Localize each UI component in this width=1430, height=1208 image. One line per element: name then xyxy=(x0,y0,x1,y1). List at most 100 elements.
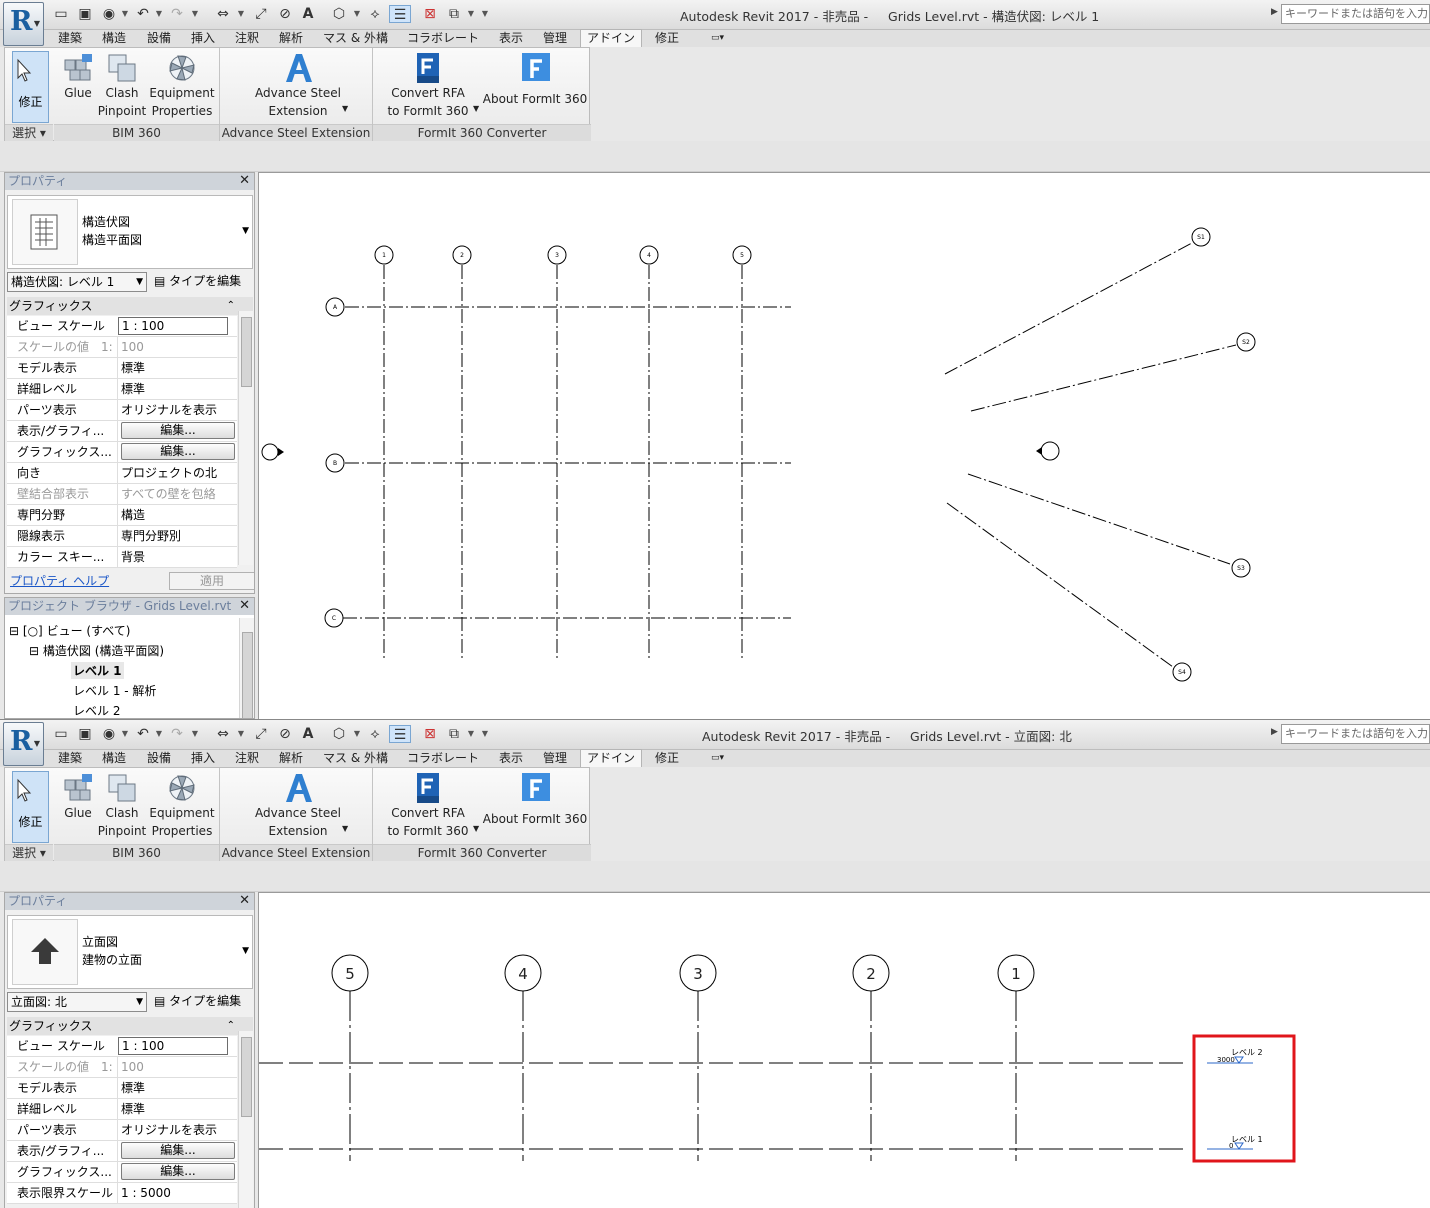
tab-architecture[interactable]: 建築 xyxy=(58,750,82,767)
property-value[interactable]: オリジナルを表示 xyxy=(117,400,237,420)
open-icon[interactable]: ▭ xyxy=(52,5,70,23)
undo-dropdown-icon[interactable]: ▼ xyxy=(154,5,164,23)
glue-button[interactable]: Glue xyxy=(57,772,99,822)
search-input[interactable]: キーワードまたは語句を入力 xyxy=(1281,724,1430,744)
tab-insert[interactable]: 挿入 xyxy=(191,750,215,767)
tab-addins[interactable]: アドイン xyxy=(580,749,643,767)
property-value[interactable]: 背景 xyxy=(117,547,237,567)
tab-addins[interactable]: アドイン xyxy=(580,29,643,47)
aligned-dimension-icon[interactable]: ⤢ xyxy=(252,5,270,23)
tree-node-level-1[interactable]: レベル 1 xyxy=(71,662,124,679)
tab-structure[interactable]: 構造 xyxy=(102,750,126,767)
property-value[interactable]: 専門分野別 xyxy=(117,526,237,546)
tab-massing-site[interactable]: マス & 外構 xyxy=(323,750,388,767)
type-selector[interactable]: 立面図 建物の立面 ▼ xyxy=(7,915,253,989)
property-row[interactable]: ビュー スケール 1 : 100 xyxy=(7,1036,237,1057)
tag-icon[interactable]: ⊘ xyxy=(276,5,294,23)
properties-scrollbar[interactable] xyxy=(238,1031,253,1208)
property-value[interactable]: 100 xyxy=(117,337,237,357)
collapse-icon[interactable]: ⌃ xyxy=(227,297,235,315)
sync-dropdown-icon[interactable]: ▼ xyxy=(120,725,130,743)
chevron-down-icon[interactable]: ▼ xyxy=(242,946,249,956)
customize-qat-icon[interactable]: ▼ xyxy=(480,5,490,23)
close-icon[interactable]: ✕ xyxy=(239,893,250,909)
3d-view-icon[interactable]: ⬡ xyxy=(330,5,348,23)
equipment-properties-button[interactable]: Equipment Properties xyxy=(149,772,215,840)
section-icon[interactable]: ⟡ xyxy=(366,725,384,743)
property-value[interactable]: 標準 xyxy=(117,379,237,399)
property-value[interactable]: 標準 xyxy=(117,1078,237,1098)
text-icon[interactable]: A xyxy=(299,5,317,23)
close-icon[interactable]: ✕ xyxy=(239,598,250,614)
modify-button[interactable]: 修正 xyxy=(12,771,49,843)
property-edit-cell[interactable]: 編集... xyxy=(117,1141,237,1161)
about-formit-button[interactable]: About FormIt 360 xyxy=(479,52,591,108)
text-icon[interactable]: A xyxy=(299,725,317,743)
sync-icon[interactable]: ◉ xyxy=(100,5,118,23)
tab-systems[interactable]: 設備 xyxy=(147,30,171,47)
advance-steel-dropdown-icon[interactable]: ▼ xyxy=(342,100,348,118)
sync-icon[interactable]: ◉ xyxy=(100,725,118,743)
property-value[interactable]: すべての壁を包絡 xyxy=(117,484,237,504)
property-row[interactable]: 詳細レベル 標準 xyxy=(7,379,237,400)
level-2-head[interactable]: レベル 2 3000 xyxy=(1207,1048,1263,1064)
tab-systems[interactable]: 設備 xyxy=(147,750,171,767)
properties-help-link[interactable]: プロパティ ヘルプ xyxy=(10,572,109,589)
save-icon[interactable]: ▣ xyxy=(76,725,94,743)
measure-dropdown-icon[interactable]: ▼ xyxy=(236,725,246,743)
property-value[interactable]: プロジェクトの北 xyxy=(117,463,237,483)
open-icon[interactable]: ▭ xyxy=(52,725,70,743)
property-value[interactable]: 標準 xyxy=(117,358,237,378)
graphics-group-header[interactable]: グラフィックス ⌃ xyxy=(7,1017,253,1035)
property-row[interactable]: モデル表示 標準 xyxy=(7,1078,237,1099)
3d-view-dropdown-icon[interactable]: ▼ xyxy=(352,725,362,743)
property-value[interactable]: 100 xyxy=(117,1057,237,1077)
tree-node-level-2[interactable]: レベル 2 xyxy=(73,702,120,718)
chevron-down-icon[interactable]: ▼ xyxy=(242,226,249,236)
scrollbar-thumb[interactable] xyxy=(241,317,252,387)
instance-filter-select[interactable]: 構造伏図: レベル 1 ▼ xyxy=(7,272,147,292)
property-value[interactable]: オリジナルを表示 xyxy=(117,1120,237,1140)
tree-node-level-1-analytical[interactable]: レベル 1 - 解析 xyxy=(73,682,156,699)
instance-filter-select[interactable]: 立面図: 北 ▼ xyxy=(7,992,147,1012)
property-edit-cell[interactable]: 編集... xyxy=(117,421,237,441)
scrollbar-thumb[interactable] xyxy=(242,632,253,718)
close-hidden-windows-icon[interactable]: ⊠ xyxy=(421,725,439,743)
property-row[interactable]: 向き プロジェクトの北 xyxy=(7,463,237,484)
ribbon-toggle-icon[interactable]: ▭▾ xyxy=(711,750,724,767)
customize-qat-icon[interactable]: ▼ xyxy=(480,725,490,743)
tab-annotate[interactable]: 注釈 xyxy=(235,30,259,47)
tab-massing-site[interactable]: マス & 外構 xyxy=(323,30,388,47)
3d-view-dropdown-icon[interactable]: ▼ xyxy=(352,5,362,23)
switch-windows-dropdown-icon[interactable]: ▼ xyxy=(466,725,476,743)
property-edit-cell[interactable]: 編集... xyxy=(117,442,237,462)
tag-icon[interactable]: ⊘ xyxy=(276,725,294,743)
tab-manage[interactable]: 管理 xyxy=(543,30,567,47)
tab-modify[interactable]: 修正 xyxy=(655,750,679,767)
search-caret-icon[interactable]: ▶ xyxy=(1271,7,1278,17)
property-row[interactable]: グラフィックス... 編集... xyxy=(7,1162,237,1183)
close-hidden-windows-icon[interactable]: ⊠ xyxy=(421,5,439,23)
property-row[interactable]: 表示/グラフィ... 編集... xyxy=(7,421,237,442)
thin-lines-icon[interactable]: ☰ xyxy=(389,5,411,23)
tab-manage[interactable]: 管理 xyxy=(543,750,567,767)
tab-collaborate[interactable]: コラボレート xyxy=(407,30,479,47)
undo-dropdown-icon[interactable]: ▼ xyxy=(154,725,164,743)
undo-icon[interactable]: ↶ xyxy=(134,5,152,23)
property-row[interactable]: グラフィックス... 編集... xyxy=(7,442,237,463)
redo-dropdown-icon[interactable]: ▼ xyxy=(190,725,200,743)
advance-steel-extension-button[interactable]: Advance Steel Extension ▼ xyxy=(248,52,348,120)
redo-dropdown-icon[interactable]: ▼ xyxy=(190,5,200,23)
measure-icon[interactable]: ⇔ xyxy=(214,5,232,23)
scrollbar-thumb[interactable] xyxy=(241,1037,252,1117)
tab-view[interactable]: 表示 xyxy=(499,30,523,47)
application-menu-button[interactable]: R ▼ xyxy=(3,2,44,46)
property-row[interactable]: パーツ表示 オリジナルを表示 xyxy=(7,1120,237,1141)
section-icon[interactable]: ⟡ xyxy=(366,5,384,23)
elevation-view-canvas[interactable]: 5 4 3 2 1 レベル 2 3000 レベル 1 0 xyxy=(258,892,1430,1208)
tab-structure[interactable]: 構造 xyxy=(102,30,126,47)
level-1-head[interactable]: レベル 1 0 xyxy=(1207,1135,1263,1150)
about-formit-button[interactable]: About FormIt 360 xyxy=(479,772,591,828)
property-row[interactable]: モデル表示 標準 xyxy=(7,358,237,379)
edit-button[interactable]: 編集... xyxy=(121,422,235,439)
